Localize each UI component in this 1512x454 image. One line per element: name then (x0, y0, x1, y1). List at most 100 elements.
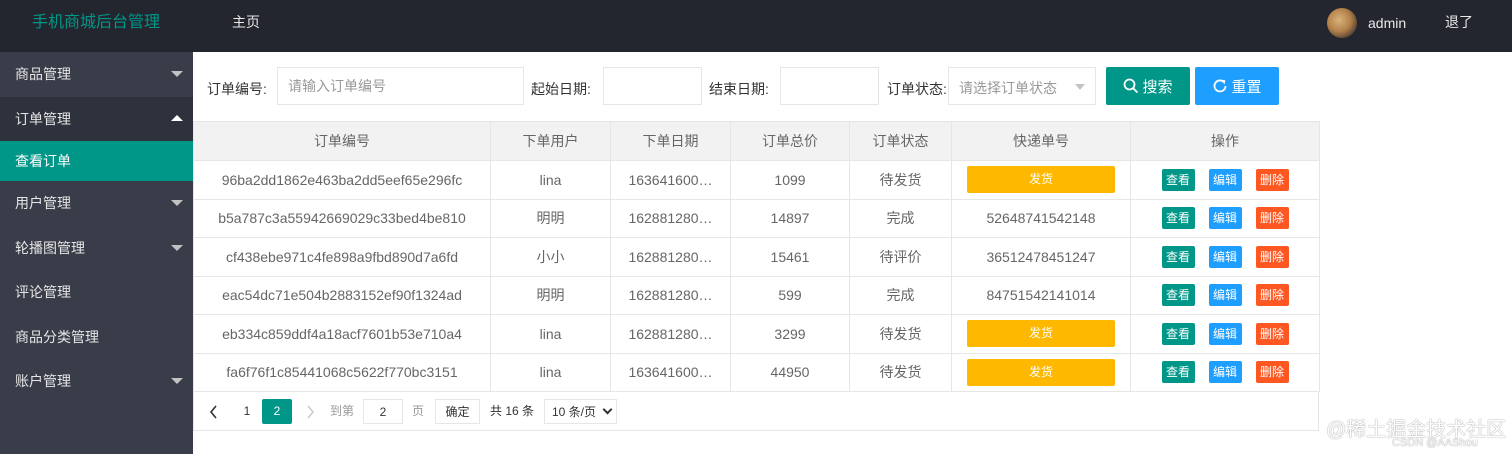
sidebar-item-users[interactable]: 用户管理 (0, 181, 193, 226)
chevron-down-icon (171, 200, 183, 206)
pager-size-label: 10 条/页 (552, 405, 597, 419)
actions-cell: 查看 编辑 删除 (1130, 160, 1320, 200)
view-button[interactable]: 查看 (1161, 361, 1195, 384)
order-no-cell: b5a787c3a55942669029c33bed4be810 (193, 198, 491, 238)
sidebar-item-products[interactable]: 商品管理 (0, 52, 193, 97)
avatar[interactable] (1327, 8, 1357, 38)
sidebar-item-orders[interactable]: 订单管理 (0, 96, 193, 141)
edit-button[interactable]: 编辑 (1208, 207, 1242, 230)
col-header-express: 快递单号 (951, 121, 1131, 161)
pager-prev-button[interactable] (206, 399, 222, 424)
watermark-sub: CSDN @AAShou (1392, 437, 1478, 449)
date-cell: 162881280… (610, 198, 731, 238)
status-cell: 待发货 (849, 352, 952, 392)
chevron-down-icon (171, 378, 183, 384)
search-button[interactable]: 搜索 (1106, 67, 1190, 105)
ship-button[interactable]: 发货 (967, 166, 1115, 194)
pager-page-2-current[interactable]: 2 (262, 399, 292, 424)
total-cell: 15461 (730, 237, 850, 277)
pager-next-button[interactable] (302, 399, 318, 424)
col-header-date: 下单日期 (610, 121, 731, 161)
total-cell: 3299 (730, 314, 850, 354)
sidebar-item-label: 订单管理 (15, 110, 71, 127)
delete-button[interactable]: 删除 (1255, 322, 1289, 345)
sidebar-item-carousel[interactable]: 轮播图管理 (0, 226, 193, 271)
user-cell: lina (490, 352, 611, 392)
order-no-cell: 96ba2dd1862e463ba2dd5eef65e296fc (193, 160, 491, 200)
chevron-left-icon (209, 405, 217, 419)
view-button[interactable]: 查看 (1161, 207, 1195, 230)
chevron-down-icon (171, 244, 183, 251)
reset-button-label: 重置 (1231, 78, 1262, 96)
reset-button[interactable]: 重置 (1195, 67, 1279, 105)
actions-cell: 查看 编辑 删除 (1130, 352, 1320, 392)
actions-cell: 查看 编辑 删除 (1130, 237, 1320, 277)
sidebar-item-comments[interactable]: 评论管理 (0, 270, 193, 315)
logout-link[interactable]: 退了 (1445, 0, 1473, 45)
view-button[interactable]: 查看 (1161, 284, 1195, 307)
sidebar-subitem-view-orders[interactable]: 查看订单 (0, 141, 193, 181)
user-cell: 明明 (490, 275, 611, 315)
date-cell: 162881280… (610, 237, 731, 277)
express-cell: 52648741542148 (951, 198, 1131, 238)
edit-button[interactable]: 编辑 (1208, 168, 1242, 191)
app-title: 手机商城后台管理 (32, 14, 161, 31)
nav-home-link[interactable]: 主页 (232, 0, 260, 45)
table-row: 96ba2dd1862e463ba2dd5eef65e296fc lina 1636… (193, 160, 1320, 200)
pager-goto-input[interactable]: 2 (363, 399, 403, 424)
date-cell: 162881280… (610, 275, 731, 315)
view-button[interactable]: 查看 (1161, 245, 1195, 268)
user-cell: lina (490, 160, 611, 200)
edit-button[interactable]: 编辑 (1208, 284, 1242, 307)
ship-button[interactable]: 发货 (967, 358, 1115, 386)
pager-confirm-button[interactable]: 确定 (435, 399, 480, 424)
user-name[interactable]: admin (1368, 15, 1406, 31)
delete-button[interactable]: 删除 (1255, 207, 1289, 230)
order-no-input[interactable] (277, 67, 524, 105)
order-no-cell: eac54dc71e504b2883152ef90f1324ad (193, 275, 491, 315)
view-button[interactable]: 查看 (1161, 322, 1195, 345)
express-cell: 发货 (951, 314, 1131, 354)
user-cell: lina (490, 314, 611, 354)
col-header-order-no: 订单编号 (193, 121, 491, 161)
start-date-input[interactable] (603, 67, 702, 105)
edit-button[interactable]: 编辑 (1208, 245, 1242, 268)
user-menu[interactable]: admin (1327, 8, 1406, 38)
date-cell: 163641600… (610, 160, 731, 200)
delete-button[interactable]: 删除 (1255, 168, 1289, 191)
status-select[interactable]: 请选择订单状态 (948, 67, 1096, 105)
total-cell: 44950 (730, 352, 850, 392)
end-date-input[interactable] (780, 67, 879, 105)
table-row: cf438ebe971c4fe898a9fbd890d7a6fd 小小 162881… (193, 237, 1320, 277)
edit-button[interactable]: 编辑 (1208, 361, 1242, 384)
sidebar: 商品管理 订单管理 查看订单 用户管理 轮播图管理 评论管理 商品分类管理 账户… (0, 52, 193, 454)
order-no-cell: eb334c859ddf4a18acf7601b53e710a4 (193, 314, 491, 354)
sidebar-item-accounts[interactable]: 账户管理 (0, 359, 193, 404)
table-row: b5a787c3a55942669029c33bed4be810 明明 162881… (193, 198, 1320, 238)
user-cell: 明明 (490, 198, 611, 238)
pager-goto-label: 到第 (330, 404, 355, 418)
table-row: fa6f76f1c85441068c5622f770bc3151 lina 1636… (193, 352, 1320, 392)
edit-button[interactable]: 编辑 (1208, 322, 1242, 345)
pager-page-1[interactable]: 1 (240, 399, 254, 424)
col-header-actions: 操作 (1130, 121, 1320, 161)
ship-button[interactable]: 发货 (967, 320, 1115, 348)
sidebar-item-categories[interactable]: 商品分类管理 (0, 315, 193, 360)
top-header: 手机商城后台管理 主页 admin 退了 (0, 0, 1512, 52)
view-button[interactable]: 查看 (1161, 168, 1195, 191)
refresh-icon (1214, 79, 1227, 93)
chevron-down-icon (602, 404, 613, 415)
delete-button[interactable]: 删除 (1255, 284, 1289, 307)
delete-button[interactable]: 删除 (1255, 245, 1289, 268)
search-button-label: 搜索 (1142, 78, 1173, 96)
total-cell: 1099 (730, 160, 850, 200)
pager-page-unit: 页 (412, 404, 425, 418)
order-no-cell: fa6f76f1c85441068c5622f770bc3151 (193, 352, 491, 392)
orders-table: 订单编号 下单用户 下单日期 订单总价 订单状态 快递单号 操作 96ba2dd… (193, 121, 1320, 392)
table-row: eac54dc71e504b2883152ef90f1324ad 明明 162881… (193, 275, 1320, 315)
end-date-label: 结束日期: (709, 81, 769, 97)
status-label: 订单状态: (887, 81, 947, 97)
delete-button[interactable]: 删除 (1255, 361, 1289, 384)
pager-size-select[interactable]: 10 条/页 (544, 399, 617, 424)
col-header-user: 下单用户 (490, 121, 611, 161)
